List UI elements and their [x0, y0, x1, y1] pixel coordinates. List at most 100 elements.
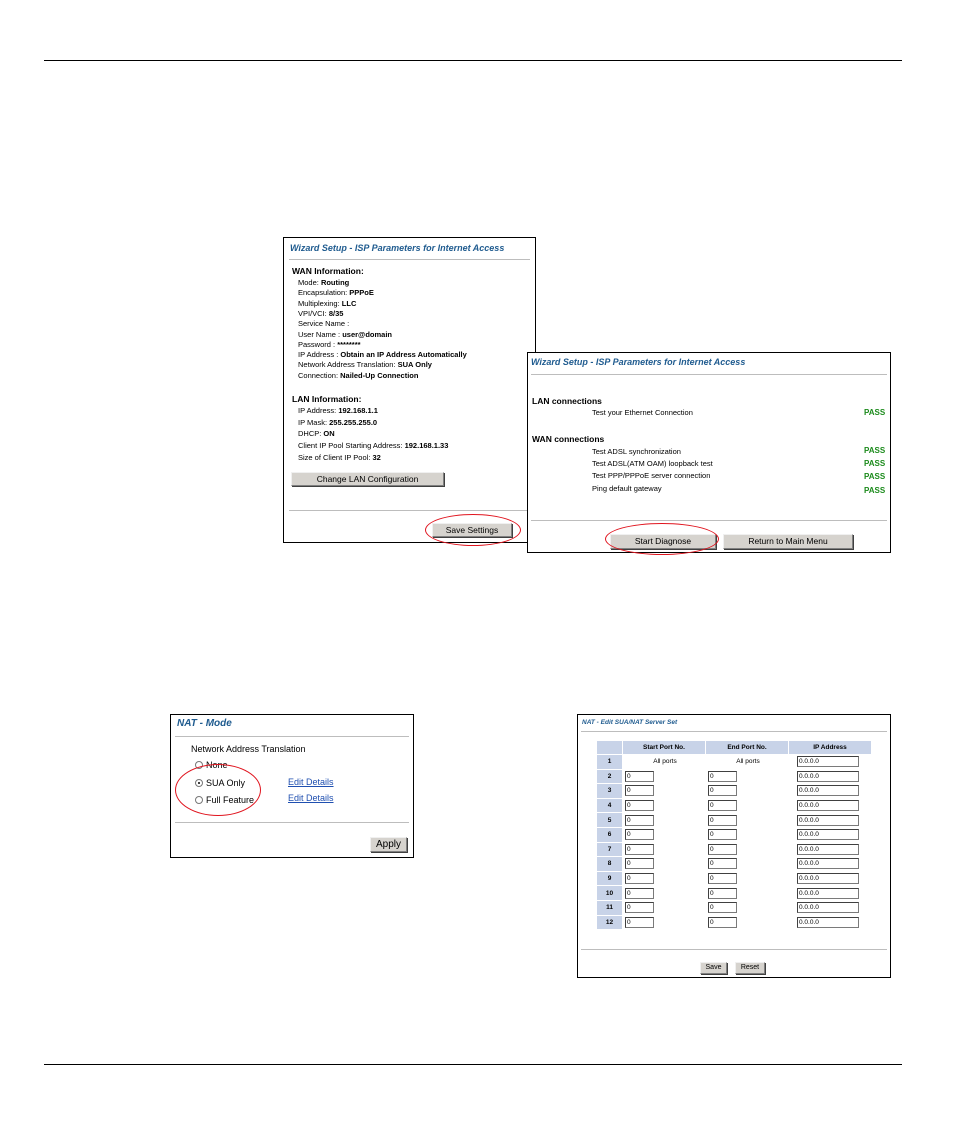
end-port-input[interactable]: 0 [708, 770, 737, 782]
ip-address-input[interactable]: 0.0.0.0 [797, 785, 859, 797]
start-port-input[interactable]: 0 [625, 770, 654, 782]
ip-address-input[interactable]: 0.0.0.0 [797, 887, 859, 899]
info-label: Service Name : [298, 319, 350, 329]
table-row: 11 0 0 0.0.0.0 [596, 899, 872, 916]
ip-address-cell: 0.0.0.0 [788, 797, 872, 814]
divider [175, 822, 409, 823]
end-port-input[interactable]: 0 [708, 785, 737, 797]
row-number: 6 [596, 826, 623, 843]
info-row: Password : ******** [298, 340, 361, 350]
ip-address-cell: 0.0.0.0 [788, 783, 872, 799]
ip-address-input[interactable]: 0.0.0.0 [797, 800, 859, 812]
save-button[interactable]: Save [700, 962, 727, 974]
bottom-rule [44, 1064, 902, 1065]
info-row: Client IP Pool Starting Address: 192.168… [298, 441, 448, 451]
apply-button[interactable]: Apply [370, 837, 407, 852]
row-number: 4 [596, 797, 623, 814]
ip-address-cell: 0.0.0.0 [788, 812, 872, 828]
end-port-cell: All ports [705, 754, 789, 770]
row-number: 12 [596, 914, 623, 931]
ip-address-input[interactable]: 0.0.0.0 [797, 902, 859, 914]
start-port-input[interactable]: 0 [625, 814, 654, 826]
end-port-input[interactable]: 0 [708, 873, 737, 885]
start-port-cell: 0 [622, 870, 706, 887]
end-port-text: All ports [736, 758, 760, 766]
ip-address-input[interactable]: 0.0.0.0 [797, 770, 859, 782]
start-port-input[interactable]: 0 [625, 785, 654, 797]
info-row: Connection: Nailed-Up Connection [298, 371, 418, 381]
info-row: Size of Client IP Pool: 32 [298, 453, 381, 463]
ip-address-input[interactable]: 0.0.0.0 [797, 756, 859, 768]
ip-address-input[interactable]: 0.0.0.0 [797, 814, 859, 826]
test-name: Ping default gateway [592, 484, 662, 493]
end-port-cell: 0 [705, 812, 789, 828]
end-port-cell: 0 [705, 841, 789, 858]
ip-address-input[interactable]: 0.0.0.0 [797, 858, 859, 870]
column-header: Start Port No. [622, 740, 706, 755]
ip-address-input[interactable]: 0.0.0.0 [797, 873, 859, 885]
start-diagnose-button[interactable]: Start Diagnose [610, 534, 716, 549]
start-port-input[interactable]: 0 [625, 873, 654, 885]
lan-heading: LAN Information: [292, 394, 362, 404]
start-port-cell: 0 [622, 914, 706, 931]
start-port-input[interactable]: 0 [625, 843, 654, 855]
info-row: User Name : user@domain [298, 330, 392, 340]
wan-heading: WAN Information: [292, 266, 364, 276]
end-port-input[interactable]: 0 [708, 814, 737, 826]
ip-address-input[interactable]: 0.0.0.0 [797, 829, 859, 841]
start-port-input[interactable]: 0 [625, 800, 654, 812]
edit-details-full-feature-link[interactable]: Edit Details [288, 793, 334, 803]
option-label: SUA Only [206, 778, 246, 788]
end-port-input[interactable]: 0 [708, 916, 737, 928]
ip-address-input[interactable]: 0.0.0.0 [797, 916, 859, 928]
info-value: PPPoE [349, 288, 374, 298]
wizard-summary-panel: Wizard Setup - ISP Parameters for Intern… [283, 237, 536, 543]
end-port-input[interactable]: 0 [708, 858, 737, 870]
end-port-cell: 0 [705, 783, 789, 799]
end-port-input[interactable]: 0 [708, 902, 737, 914]
info-row: Mode: Routing [298, 278, 349, 288]
start-port-input[interactable]: 0 [625, 887, 654, 899]
row-number: 10 [596, 885, 623, 901]
info-label: IP Address: [298, 406, 339, 415]
test-name: Test ADSL(ATM OAM) loopback test [592, 459, 713, 468]
start-port-cell: 0 [622, 841, 706, 858]
end-port-input[interactable]: 0 [708, 887, 737, 899]
ip-address-input[interactable]: 0.0.0.0 [797, 843, 859, 855]
edit-details-sua-link[interactable]: Edit Details [288, 777, 334, 787]
top-rule [44, 60, 902, 61]
ip-address-cell: 0.0.0.0 [788, 768, 872, 785]
divider [581, 731, 887, 732]
nat-server-panel: NAT - Edit SUA/NAT Server Set Start Port… [577, 714, 891, 978]
radio-sua-only[interactable] [195, 779, 203, 787]
reset-button[interactable]: Reset [735, 962, 765, 974]
return-to-main-menu-button[interactable]: Return to Main Menu [723, 534, 853, 549]
change-lan-configuration-button[interactable]: Change LAN Configuration [291, 472, 444, 486]
test-result: PASS [864, 408, 886, 417]
radio-none[interactable] [195, 761, 203, 769]
ip-address-cell: 0.0.0.0 [788, 899, 872, 916]
nat-mode-panel: NAT - Mode Network Address Translation N… [170, 714, 414, 858]
start-port-cell: All ports [622, 754, 706, 770]
end-port-input[interactable]: 0 [708, 843, 737, 855]
start-port-input[interactable]: 0 [625, 916, 654, 928]
column-header: IP Address [788, 740, 872, 755]
start-port-cell: 0 [622, 768, 706, 785]
radio-full-feature[interactable] [195, 796, 203, 804]
ip-address-cell: 0.0.0.0 [788, 914, 872, 931]
start-port-input[interactable]: 0 [625, 829, 654, 841]
info-value: 8/35 [328, 308, 344, 318]
info-label: Client IP Pool Starting Address: [298, 441, 405, 451]
ip-address-cell: 0.0.0.0 [788, 841, 872, 858]
test-result: PASS [864, 472, 886, 481]
end-port-input[interactable]: 0 [708, 829, 737, 841]
end-port-input[interactable]: 0 [708, 800, 737, 812]
end-port-cell: 0 [705, 914, 789, 931]
info-value: ON [323, 429, 335, 439]
info-label: Password : [298, 339, 338, 349]
start-port-input[interactable]: 0 [625, 902, 654, 914]
start-port-input[interactable]: 0 [625, 858, 654, 870]
start-port-cell: 0 [622, 856, 706, 872]
lan-connections-heading: LAN connections [532, 396, 602, 406]
save-settings-button[interactable]: Save Settings [432, 523, 512, 537]
